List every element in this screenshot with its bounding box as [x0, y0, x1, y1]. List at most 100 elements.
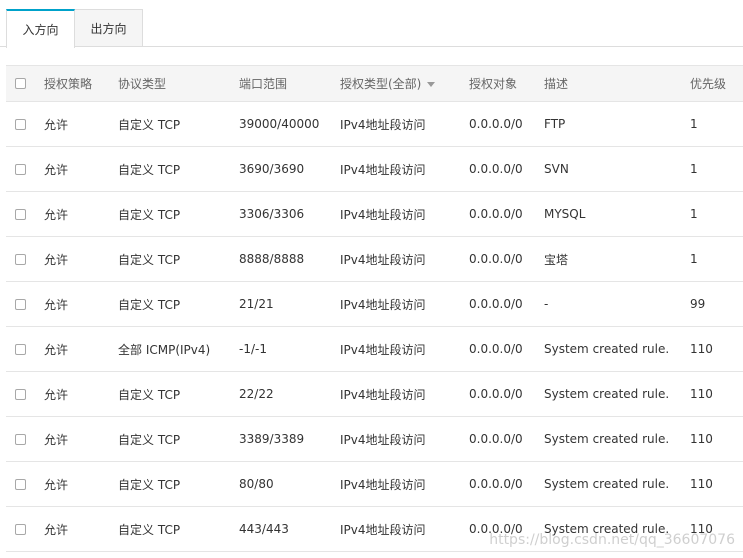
header-priority: 优先级: [690, 77, 727, 91]
header-auth-type[interactable]: 授权类型(全部): [340, 66, 436, 101]
table-row: 允许 自定义 TCP 39000/40000 IPv4地址段访问 0.0.0.0/0 FT…: [6, 102, 743, 147]
cell-policy: 允许: [44, 207, 69, 222]
cell-port-range: 3389/3389: [239, 432, 305, 446]
row-select-cell: [15, 192, 26, 236]
cell-priority: 1: [690, 207, 698, 221]
caret-down-icon[interactable]: [427, 82, 436, 87]
cell-auth-type: IPv4地址段访问: [340, 387, 426, 402]
table-row: 允许 全部 ICMP(IPv4) -1/-1 IPv4地址段访问 0.0.0.0/0 Sy…: [6, 327, 743, 372]
header-description: 描述: [544, 77, 569, 91]
row-select-cell: [15, 372, 26, 416]
row-checkbox[interactable]: [15, 163, 26, 175]
row-select-cell: [15, 507, 26, 551]
cell-auth-object: 0.0.0.0/0: [469, 117, 523, 131]
select-all-checkbox[interactable]: [15, 78, 26, 89]
cell-auth-type: IPv4地址段访问: [340, 162, 426, 177]
cell-description: 宝塔: [544, 252, 569, 267]
cell-policy: 允许: [44, 387, 69, 402]
table-row: 允许 自定义 TCP 21/21 IPv4地址段访问 0.0.0.0/0 - 99: [6, 282, 743, 327]
cell-description: System created rule.: [544, 342, 670, 356]
cell-policy: 允许: [44, 252, 69, 267]
row-select-cell: [15, 102, 26, 146]
cell-priority: 110: [690, 387, 713, 401]
row-select-cell: [15, 462, 26, 506]
cell-policy: 允许: [44, 162, 69, 177]
cell-description: System created rule.: [544, 477, 670, 491]
cell-policy: 允许: [44, 432, 69, 447]
table-row: 允许 自定义 TCP 3306/3306 IPv4地址段访问 0.0.0.0/0 MYSQ…: [6, 192, 743, 237]
tab-inbound[interactable]: 入方向: [6, 9, 75, 48]
row-select-cell: [15, 417, 26, 461]
cell-policy: 允许: [44, 522, 69, 537]
cell-protocol: 自定义 TCP: [118, 252, 181, 267]
cell-auth-type: IPv4地址段访问: [340, 117, 426, 132]
cell-auth-type: IPv4地址段访问: [340, 252, 426, 267]
header-protocol: 协议类型: [118, 77, 167, 91]
cell-priority: 99: [690, 297, 706, 311]
cell-port-range: 8888/8888: [239, 252, 305, 266]
row-checkbox[interactable]: [15, 208, 26, 220]
cell-auth-type: IPv4地址段访问: [340, 342, 426, 357]
cell-policy: 允许: [44, 477, 69, 492]
cell-description: -: [544, 297, 549, 311]
cell-port-range: 3690/3690: [239, 162, 305, 176]
row-checkbox[interactable]: [15, 523, 26, 535]
table-row: 允许 自定义 TCP 80/80 IPv4地址段访问 0.0.0.0/0 System c…: [6, 462, 743, 507]
cell-protocol: 自定义 TCP: [118, 432, 181, 447]
security-rules-table: 授权策略 协议类型 端口范围 授权类型(全部) 授权对象 描述 优先级 允许 自定…: [6, 65, 743, 552]
cell-auth-object: 0.0.0.0/0: [469, 432, 523, 446]
row-checkbox[interactable]: [15, 343, 26, 355]
cell-protocol: 自定义 TCP: [118, 297, 181, 312]
cell-description: System created rule.: [544, 432, 670, 446]
cell-description: MYSQL: [544, 207, 586, 221]
direction-tabs: 入方向 出方向: [0, 0, 743, 48]
row-checkbox[interactable]: [15, 253, 26, 265]
cell-priority: 110: [690, 432, 713, 446]
cell-priority: 110: [690, 477, 713, 491]
cell-protocol: 自定义 TCP: [118, 162, 181, 177]
cell-port-range: 39000/40000: [239, 117, 320, 131]
tab-outbound[interactable]: 出方向: [75, 9, 143, 47]
table-row: 允许 自定义 TCP 3690/3690 IPv4地址段访问 0.0.0.0/0 SVN 1: [6, 147, 743, 192]
header-policy: 授权策略: [44, 77, 93, 91]
cell-policy: 允许: [44, 297, 69, 312]
header-select-cell: [15, 66, 26, 101]
header-auth-object: 授权对象: [469, 77, 518, 91]
cell-protocol: 自定义 TCP: [118, 387, 181, 402]
cell-protocol: 全部 ICMP(IPv4): [118, 342, 211, 357]
cell-auth-type: IPv4地址段访问: [340, 477, 426, 492]
cell-policy: 允许: [44, 342, 69, 357]
cell-auth-object: 0.0.0.0/0: [469, 297, 523, 311]
table-header: 授权策略 协议类型 端口范围 授权类型(全部) 授权对象 描述 优先级: [6, 66, 743, 102]
row-select-cell: [15, 147, 26, 191]
cell-protocol: 自定义 TCP: [118, 117, 181, 132]
row-select-cell: [15, 282, 26, 326]
header-auth-type-label: 授权类型(全部): [340, 77, 422, 91]
cell-port-range: 443/443: [239, 522, 289, 536]
row-checkbox[interactable]: [15, 478, 26, 490]
cell-auth-object: 0.0.0.0/0: [469, 477, 523, 491]
cell-port-range: -1/-1: [239, 342, 267, 356]
cell-priority: 1: [690, 162, 698, 176]
row-checkbox[interactable]: [15, 388, 26, 400]
row-select-cell: [15, 327, 26, 371]
cell-port-range: 22/22: [239, 387, 274, 401]
cell-auth-type: IPv4地址段访问: [340, 297, 426, 312]
table-row: 允许 自定义 TCP 22/22 IPv4地址段访问 0.0.0.0/0 System c…: [6, 372, 743, 417]
row-checkbox[interactable]: [15, 433, 26, 445]
watermark: https://blog.csdn.net/qq_36607076: [489, 532, 735, 548]
table-row: 允许 自定义 TCP 8888/8888 IPv4地址段访问 0.0.0.0/0 宝塔 1: [6, 237, 743, 282]
cell-policy: 允许: [44, 117, 69, 132]
cell-protocol: 自定义 TCP: [118, 477, 181, 492]
cell-auth-type: IPv4地址段访问: [340, 522, 426, 537]
cell-auth-type: IPv4地址段访问: [340, 207, 426, 222]
cell-priority: 1: [690, 117, 698, 131]
cell-auth-object: 0.0.0.0/0: [469, 342, 523, 356]
cell-auth-object: 0.0.0.0/0: [469, 387, 523, 401]
row-checkbox[interactable]: [15, 298, 26, 310]
table-row: 允许 自定义 TCP 3389/3389 IPv4地址段访问 0.0.0.0/0 Syst…: [6, 417, 743, 462]
cell-port-range: 21/21: [239, 297, 274, 311]
cell-priority: 110: [690, 342, 713, 356]
cell-auth-object: 0.0.0.0/0: [469, 252, 523, 266]
row-checkbox[interactable]: [15, 118, 26, 130]
